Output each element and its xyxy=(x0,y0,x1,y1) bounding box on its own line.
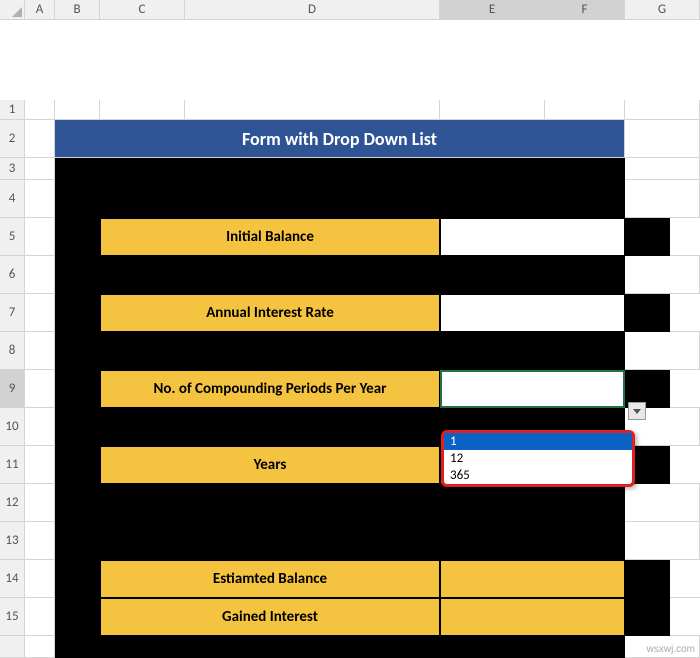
cell[interactable] xyxy=(185,100,440,120)
cell[interactable] xyxy=(55,484,625,522)
row-header-9[interactable]: 9 xyxy=(0,370,25,408)
cell[interactable] xyxy=(55,370,100,408)
cell[interactable] xyxy=(25,446,55,484)
cell[interactable] xyxy=(55,332,625,370)
cell[interactable] xyxy=(55,100,100,120)
row-header-2[interactable]: 2 xyxy=(0,120,25,158)
col-header-E[interactable]: E xyxy=(440,0,545,20)
col-header-F[interactable]: F xyxy=(545,0,625,20)
cell[interactable] xyxy=(55,446,100,484)
cell[interactable] xyxy=(25,294,55,332)
cell[interactable] xyxy=(55,294,100,332)
row-header-4[interactable]: 4 xyxy=(0,180,25,218)
label-periods: No. of Compounding Periods Per Year xyxy=(100,370,440,408)
cell[interactable] xyxy=(25,180,55,218)
cell[interactable] xyxy=(670,370,700,408)
cell[interactable] xyxy=(670,218,700,256)
input-periods[interactable] xyxy=(440,370,625,408)
input-initial-balance[interactable] xyxy=(440,218,625,256)
watermark: wsxwj.com xyxy=(647,644,695,655)
row-header-12[interactable]: 12 xyxy=(0,484,25,522)
cell[interactable] xyxy=(25,636,55,658)
cell[interactable] xyxy=(625,522,700,560)
cell[interactable] xyxy=(25,332,55,370)
row-header-3[interactable]: 3 xyxy=(0,158,25,180)
cell[interactable] xyxy=(25,560,55,598)
cell[interactable] xyxy=(670,294,700,332)
cell[interactable] xyxy=(25,100,55,120)
label-years: Years xyxy=(100,446,440,484)
row-header-15[interactable]: 15 xyxy=(0,598,25,636)
cell[interactable] xyxy=(625,158,700,180)
output-est-balance xyxy=(440,560,625,598)
cell[interactable] xyxy=(55,598,100,636)
row-header-14[interactable]: 14 xyxy=(0,560,25,598)
cell[interactable] xyxy=(625,256,700,294)
row-header-5[interactable]: 5 xyxy=(0,218,25,256)
row-header-10[interactable]: 10 xyxy=(0,408,25,446)
cell[interactable] xyxy=(25,370,55,408)
col-header-A[interactable]: A xyxy=(25,0,55,20)
col-header-C[interactable]: C xyxy=(100,0,185,20)
dropdown-option[interactable]: 365 xyxy=(444,467,632,484)
col-header-G[interactable]: G xyxy=(625,0,700,20)
row-header-6[interactable]: 6 xyxy=(0,256,25,294)
cell[interactable] xyxy=(25,522,55,560)
dropdown-list: 1 12 365 xyxy=(441,430,635,487)
cell[interactable] xyxy=(670,446,700,484)
row-header-13[interactable]: 13 xyxy=(0,522,25,560)
cell[interactable] xyxy=(625,120,700,158)
label-initial-balance: Initial Balance xyxy=(100,218,440,256)
dropdown-option[interactable]: 1 xyxy=(444,433,632,450)
cell[interactable] xyxy=(670,598,700,636)
col-header-D[interactable]: D xyxy=(185,0,440,20)
cell[interactable] xyxy=(55,522,625,560)
cell[interactable] xyxy=(625,180,700,218)
label-annual-rate: Annual Interest Rate xyxy=(100,294,440,332)
spreadsheet-grid: A B C D E F G xyxy=(0,0,700,100)
cell[interactable] xyxy=(55,158,625,180)
cell[interactable] xyxy=(625,598,670,636)
form-title: Form with Drop Down List xyxy=(55,120,625,158)
input-annual-rate[interactable] xyxy=(440,294,625,332)
cell[interactable] xyxy=(25,218,55,256)
cell[interactable] xyxy=(25,598,55,636)
cell[interactable] xyxy=(55,560,100,598)
cell[interactable] xyxy=(55,180,625,218)
row-header[interactable] xyxy=(0,636,25,658)
cell[interactable] xyxy=(545,100,625,120)
cell[interactable] xyxy=(625,218,670,256)
label-est-balance: Estiamted Balance xyxy=(100,560,440,598)
cell[interactable] xyxy=(25,256,55,294)
row-header-1[interactable]: 1 xyxy=(0,100,25,120)
cell[interactable] xyxy=(625,100,700,120)
output-gained-interest xyxy=(440,598,625,636)
cell[interactable] xyxy=(625,484,700,522)
cell[interactable] xyxy=(440,100,545,120)
label-gained-interest: Gained Interest xyxy=(100,598,440,636)
cell[interactable] xyxy=(25,158,55,180)
cell[interactable] xyxy=(25,484,55,522)
sheet-body: 1 2 Form with Drop Down List 3 4 5 Initi… xyxy=(0,100,700,658)
select-all-corner[interactable] xyxy=(0,0,25,20)
cell[interactable] xyxy=(55,636,625,658)
row-header-11[interactable]: 11 xyxy=(0,446,25,484)
cell[interactable] xyxy=(55,218,100,256)
cell[interactable] xyxy=(670,560,700,598)
cell[interactable] xyxy=(55,256,625,294)
cell[interactable] xyxy=(625,560,670,598)
cell[interactable] xyxy=(100,100,185,120)
cell[interactable] xyxy=(25,120,55,158)
dropdown-toggle[interactable] xyxy=(628,402,646,420)
dropdown-option[interactable]: 12 xyxy=(444,450,632,467)
col-header-B[interactable]: B xyxy=(55,0,100,20)
cell[interactable] xyxy=(625,294,670,332)
cell[interactable] xyxy=(25,408,55,446)
row-header-8[interactable]: 8 xyxy=(0,332,25,370)
cell[interactable] xyxy=(625,332,700,370)
row-header-7[interactable]: 7 xyxy=(0,294,25,332)
